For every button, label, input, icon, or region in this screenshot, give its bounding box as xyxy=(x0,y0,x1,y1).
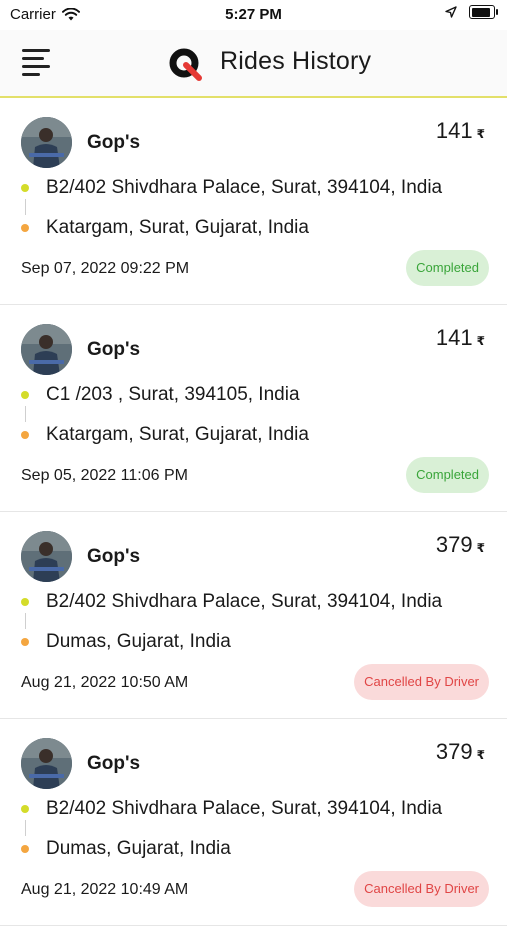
status-time: 5:27 PM xyxy=(225,6,282,23)
driver-name: Gop's xyxy=(87,339,141,360)
ride-fare: 379 ₹ xyxy=(436,739,485,765)
avatar-photo xyxy=(21,324,72,375)
ride-fare: 379 ₹ xyxy=(436,532,485,558)
rupee-icon: ₹ xyxy=(476,748,485,762)
ride-card[interactable]: Gop's 379 ₹ B2/402 Shivdhara Palace, Sur… xyxy=(0,512,507,719)
drop-address: Katargam, Surat, Gujarat, India xyxy=(46,217,309,238)
battery-level xyxy=(471,7,490,17)
avatar-photo xyxy=(21,531,72,582)
page-title: Rides History xyxy=(220,47,372,75)
drop-address: Dumas, Gujarat, India xyxy=(46,838,231,859)
ride-date: Aug 21, 2022 10:49 AM xyxy=(21,881,189,898)
driver-name: Gop's xyxy=(87,546,141,567)
fare-amount: 379 xyxy=(435,739,473,764)
fare-amount: 141 xyxy=(435,325,473,350)
fare-amount: 141 xyxy=(435,118,473,143)
menu-button[interactable] xyxy=(22,47,52,76)
rupee-icon: ₹ xyxy=(476,541,485,555)
battery-icon xyxy=(469,5,498,19)
pickup-address: B2/402 Shivdhara Palace, Surat, 394104, … xyxy=(46,177,443,198)
drop-dot-icon xyxy=(21,431,29,439)
avatar-photo xyxy=(21,738,72,789)
driver-avatar xyxy=(21,117,72,168)
pickup-address: B2/402 Shivdhara Palace, Surat, 394104, … xyxy=(46,798,443,819)
fare-amount: 379 xyxy=(435,532,473,557)
app-header: Rides History xyxy=(0,30,507,98)
ride-fare: 141 ₹ xyxy=(436,325,485,351)
pickup-dot-icon xyxy=(21,598,29,606)
pickup-dot-icon xyxy=(21,184,29,192)
ride-date: Aug 21, 2022 10:50 AM xyxy=(21,674,189,691)
driver-avatar xyxy=(21,324,72,375)
status-badge: Completed xyxy=(406,250,489,286)
ride-card[interactable]: Gop's 141 ₹ C1 /203 , Surat, 394105, Ind… xyxy=(0,305,507,512)
pickup-dot-icon xyxy=(21,805,29,813)
avatar-photo xyxy=(21,117,72,168)
ride-card[interactable]: Gop's 141 ₹ B2/402 Shivdhara Palace, Sur… xyxy=(0,98,507,305)
status-badge: Cancelled By Driver xyxy=(354,664,489,700)
rupee-icon: ₹ xyxy=(476,127,485,141)
driver-avatar xyxy=(21,531,72,582)
route-connector xyxy=(24,820,26,836)
rupee-icon: ₹ xyxy=(476,334,485,348)
hamburger-menu-icon xyxy=(22,49,50,52)
rides-list: Gop's 141 ₹ B2/402 Shivdhara Palace, Sur… xyxy=(0,98,507,926)
ride-date: Sep 07, 2022 09:22 PM xyxy=(21,260,190,277)
q-logo-icon xyxy=(169,48,202,81)
route-connector xyxy=(24,199,26,215)
drop-address: Dumas, Gujarat, India xyxy=(46,631,231,652)
driver-avatar xyxy=(21,738,72,789)
ride-card[interactable]: Gop's 379 ₹ B2/402 Shivdhara Palace, Sur… xyxy=(0,719,507,926)
drop-dot-icon xyxy=(21,224,29,232)
pickup-dot-icon xyxy=(21,391,29,399)
status-right xyxy=(445,5,498,19)
pickup-address: C1 /203 , Surat, 394105, India xyxy=(46,384,300,405)
ride-date: Sep 05, 2022 11:06 PM xyxy=(21,467,188,484)
pickup-address: B2/402 Shivdhara Palace, Surat, 394104, … xyxy=(46,591,443,612)
location-arrow-icon xyxy=(445,6,457,18)
status-bar: Carrier 5:27 PM xyxy=(0,0,507,30)
driver-name: Gop's xyxy=(87,132,141,153)
status-badge: Completed xyxy=(406,457,489,493)
drop-address: Katargam, Surat, Gujarat, India xyxy=(46,424,309,445)
drop-dot-icon xyxy=(21,845,29,853)
status-badge: Cancelled By Driver xyxy=(354,871,489,907)
ride-fare: 141 ₹ xyxy=(436,118,485,144)
driver-name: Gop's xyxy=(87,753,141,774)
drop-dot-icon xyxy=(21,638,29,646)
route-connector xyxy=(24,613,26,629)
route-connector xyxy=(24,406,26,422)
